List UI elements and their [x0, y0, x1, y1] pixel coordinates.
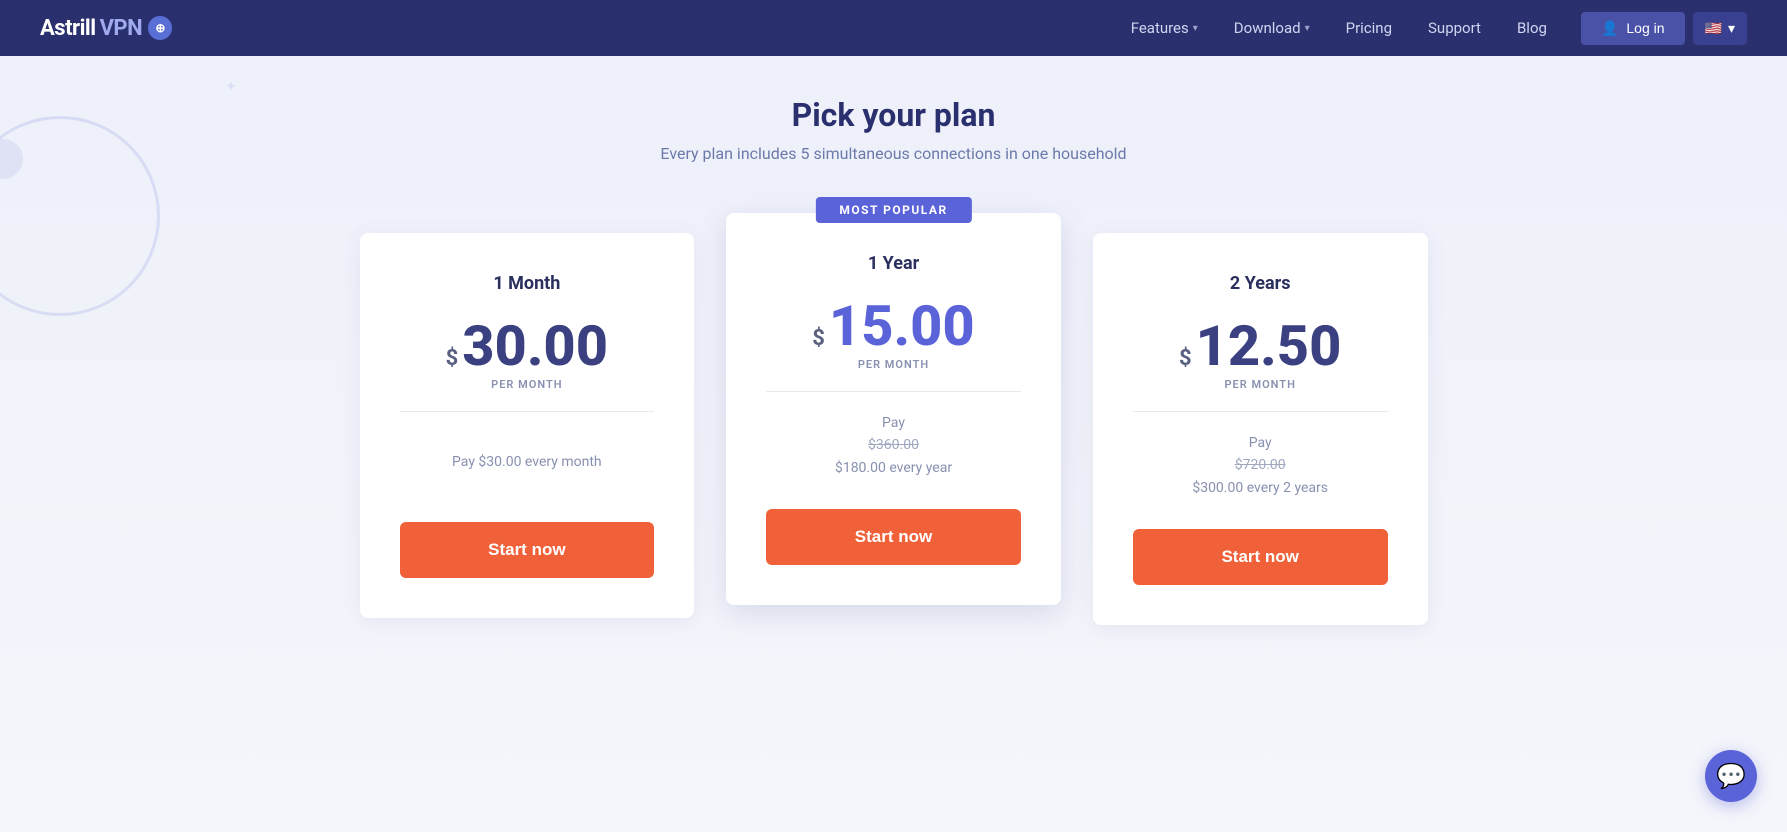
logo-astrill: Astrill	[40, 16, 96, 41]
price-block-1year: $ 15.00	[766, 298, 1021, 354]
chat-widget[interactable]: 💬	[1705, 750, 1757, 802]
site-logo[interactable]: AstrillVPN ⊕	[40, 16, 172, 41]
start-button-1year[interactable]: Start now	[766, 509, 1021, 565]
price-period-1year: PER MONTH	[766, 358, 1021, 371]
plan-card-1year: MOST POPULAR 1 Year $ 15.00 PER MONTH Pa…	[726, 213, 1061, 605]
price-amount-1month: 30.00	[462, 318, 608, 374]
divider	[766, 391, 1021, 392]
billing-strikethrough-1year: $360.00	[868, 434, 919, 456]
price-dollar-1year: $	[812, 326, 825, 351]
billing-pay-label: Pay	[882, 412, 905, 434]
nav-label-download: Download	[1234, 19, 1301, 37]
divider	[1133, 411, 1388, 412]
nav-label-support: Support	[1428, 19, 1481, 37]
chevron-down-icon: ▾	[1193, 23, 1198, 34]
nav-links: Features ▾ Download ▾ Pricing Support Bl…	[1113, 19, 1565, 37]
chevron-down-icon: ▾	[1728, 20, 1735, 37]
page-header: Pick your plan Every plan includes 5 sim…	[60, 56, 1727, 163]
start-button-2years[interactable]: Start now	[1133, 529, 1388, 585]
nav-label-blog: Blog	[1517, 19, 1547, 37]
user-icon: 👤	[1601, 20, 1618, 37]
page-tagline: Every plan includes 5 simultaneous conne…	[60, 144, 1727, 163]
price-amount-1year: 15.00	[829, 298, 975, 354]
price-dollar-1month: $	[446, 346, 459, 371]
billing-strikethrough-2years: $720.00	[1235, 454, 1286, 476]
language-selector[interactable]: 🇺🇸 ▾	[1693, 12, 1747, 45]
flag-icon: 🇺🇸	[1705, 20, 1722, 37]
main-content: Pick your plan Every plan includes 5 sim…	[0, 56, 1787, 832]
nav-item-pricing[interactable]: Pricing	[1328, 19, 1410, 37]
price-dollar-2years: $	[1179, 346, 1192, 371]
billing-line-1month: Pay $30.00 every month	[452, 451, 602, 473]
nav-item-blog[interactable]: Blog	[1499, 19, 1565, 37]
login-label: Log in	[1626, 20, 1664, 36]
navbar: AstrillVPN ⊕ Features ▾ Download ▾ Prici…	[0, 0, 1787, 56]
price-block-1month: $ 30.00	[400, 318, 655, 374]
price-period-2years: PER MONTH	[1133, 378, 1388, 391]
logo-icon: ⊕	[148, 16, 172, 40]
plan-title-1month: 1 Month	[400, 273, 655, 294]
most-popular-badge: MOST POPULAR	[815, 197, 971, 223]
plan-title-1year: 1 Year	[766, 253, 1021, 274]
billing-line2-1year: $180.00 every year	[835, 457, 952, 479]
nav-item-support[interactable]: Support	[1410, 19, 1499, 37]
start-button-1month[interactable]: Start now	[400, 522, 655, 578]
billing-info-2years: Pay $720.00 $300.00 every 2 years	[1133, 432, 1388, 499]
plan-card-2years: 2 Years $ 12.50 PER MONTH Pay $720.00 $3…	[1093, 233, 1428, 625]
price-amount-2years: 12.50	[1196, 318, 1342, 374]
logo-vpn: VPN	[100, 16, 143, 41]
plan-card-1month: 1 Month $ 30.00 PER MONTH Pay $30.00 eve…	[360, 233, 695, 618]
billing-info-1year: Pay $360.00 $180.00 every year	[766, 412, 1021, 479]
billing-pay-label-2: Pay	[1249, 432, 1272, 454]
nav-label-features: Features	[1131, 19, 1189, 37]
pricing-cards: 1 Month $ 30.00 PER MONTH Pay $30.00 eve…	[344, 213, 1444, 625]
billing-line2-2years: $300.00 every 2 years	[1192, 477, 1328, 499]
price-period-1month: PER MONTH	[400, 378, 655, 391]
nav-item-features[interactable]: Features ▾	[1113, 19, 1216, 37]
nav-item-download[interactable]: Download ▾	[1216, 19, 1328, 37]
price-block-2years: $ 12.50	[1133, 318, 1388, 374]
nav-label-pricing: Pricing	[1346, 19, 1392, 37]
chevron-down-icon: ▾	[1305, 23, 1310, 34]
chat-icon: 💬	[1716, 762, 1746, 790]
login-button[interactable]: 👤 Log in	[1581, 12, 1685, 45]
page-title: Pick your plan	[60, 96, 1727, 134]
plan-title-2years: 2 Years	[1133, 273, 1388, 294]
divider	[400, 411, 655, 412]
billing-info-1month: Pay $30.00 every month	[400, 432, 655, 492]
